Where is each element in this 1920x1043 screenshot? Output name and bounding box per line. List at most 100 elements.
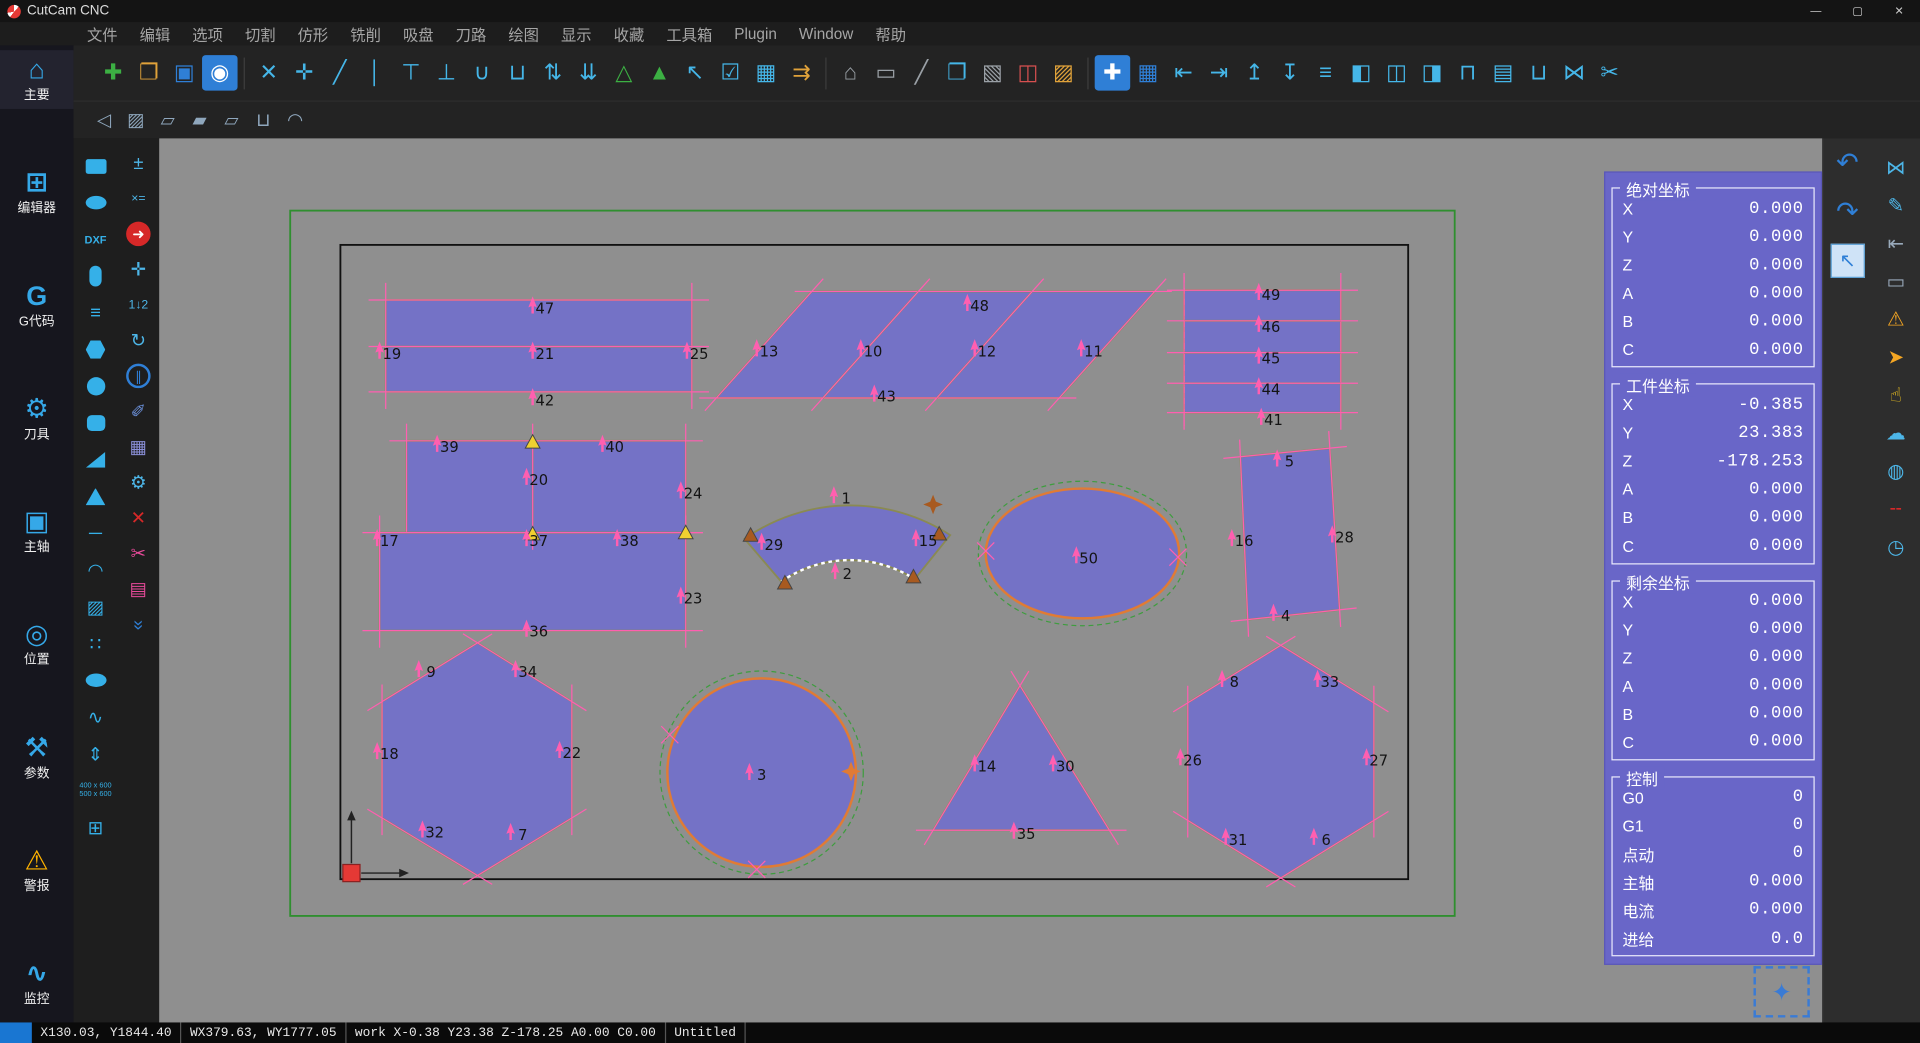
line-angle-icon[interactable]: ╱ (322, 55, 358, 91)
canvas-area[interactable]: 1234567891011121314151617181920212223242… (159, 138, 1822, 1022)
draw-rect[interactable] (73, 148, 117, 184)
plane-step-icon[interactable]: ▰ (184, 105, 216, 134)
draw-arc[interactable]: ◠ (73, 552, 117, 588)
cut-pink[interactable]: ✂ (118, 536, 160, 570)
draw-dim-ruler[interactable]: ⇕ (73, 736, 117, 772)
dock-left-button[interactable]: ⇤ (1879, 231, 1913, 254)
hatch-fill-icon[interactable]: ▨ (1046, 55, 1082, 91)
snap-bottom-icon[interactable]: ⊥ (429, 55, 465, 91)
nav-item-home[interactable]: ⌂主要 (0, 50, 73, 109)
nav-item-alarm[interactable]: ⚠警报 (0, 841, 73, 900)
collapse-chevrons[interactable]: » (118, 607, 160, 641)
align-center-icon[interactable]: ◫ (1379, 55, 1415, 91)
align-left-icon[interactable]: ◧ (1343, 55, 1379, 91)
distribute-bottom-icon[interactable]: ↧ (1272, 55, 1308, 91)
draw-circle[interactable] (73, 369, 117, 405)
nav-item-monitor[interactable]: ∿监控 (0, 954, 73, 1013)
distribute-right-icon[interactable]: ⇥ (1201, 55, 1237, 91)
order-1-2[interactable]: 1↓2 (118, 288, 160, 322)
nav-item-parameters[interactable]: ⚒参数 (0, 728, 73, 787)
close-button[interactable]: ✕ (1878, 0, 1920, 22)
rectangle-tool-icon[interactable]: ▭ (868, 55, 904, 91)
zoom-plus-minus[interactable]: ± (118, 146, 160, 180)
qr-grid-icon[interactable]: ▦ (748, 55, 784, 91)
sequence-arrows-icon[interactable]: ⇉ (784, 55, 820, 91)
open-file-icon[interactable]: ❐ (131, 55, 167, 91)
red-dash-button[interactable]: ╌ (1879, 497, 1913, 520)
array-grid-icon[interactable]: ▦ (1130, 55, 1166, 91)
cloud-button[interactable]: ☁ (1879, 421, 1913, 444)
nav-item-editor[interactable]: ⊞编辑器 (0, 163, 73, 222)
draw-capsule[interactable] (73, 258, 117, 294)
taper-left-icon[interactable]: ◁ (88, 105, 120, 134)
align-right-icon[interactable]: ◨ (1414, 55, 1450, 91)
distribute-left-icon[interactable]: ⇤ (1166, 55, 1202, 91)
sphere-button[interactable]: ◍ (1879, 459, 1913, 482)
plane-tilt-icon[interactable]: ▱ (216, 105, 248, 134)
nav-item-spindle[interactable]: ▣主轴 (0, 502, 73, 561)
screen-capture-icon[interactable]: ◉ (202, 55, 238, 91)
cut-scissors-icon[interactable]: ✂ (1592, 55, 1628, 91)
draw-grid-plus[interactable]: ⊞ (73, 809, 117, 845)
probe[interactable]: ✛ (118, 252, 160, 286)
layers-stack-icon[interactable]: ≡ (1308, 55, 1344, 91)
extrude-box-icon[interactable]: ⌂ (833, 55, 869, 91)
cad-canvas[interactable]: 1234567891011121314151617181920212223242… (159, 138, 1822, 1022)
nav-item-gcode[interactable]: GG代码 (0, 276, 73, 335)
merge-objects-icon[interactable]: ⋈ (1556, 55, 1592, 91)
break-apart-icon[interactable]: ✕ (251, 55, 287, 91)
arc-segment-icon[interactable]: ◠ (279, 105, 311, 134)
draw-line[interactable]: ─ (73, 516, 117, 552)
copy-object-icon[interactable]: ❐ (939, 55, 975, 91)
delete-all[interactable]: ✕ (118, 501, 160, 535)
pan-hand-icon[interactable]: ✛ (287, 55, 323, 91)
add-shape-icon[interactable]: ✚ (1095, 55, 1131, 91)
warning-button[interactable]: ⚠ (1879, 307, 1913, 330)
clock-button[interactable]: ◷ (1879, 535, 1913, 558)
settings-gear[interactable]: ⚙ (118, 465, 160, 499)
distribute-top-icon[interactable]: ↥ (1237, 55, 1273, 91)
triangle-shape[interactable] (933, 686, 1109, 830)
draw-hexagon[interactable] (73, 332, 117, 368)
split-object-icon[interactable]: ◫ (1010, 55, 1046, 91)
hexagon-right[interactable] (1188, 645, 1374, 878)
draw-multiline[interactable]: ≡ (73, 295, 117, 331)
menu-item-1[interactable]: 编辑 (129, 22, 182, 45)
snap-top-icon[interactable]: ⊤ (393, 55, 429, 91)
validate-check-icon[interactable]: ☑ (713, 55, 749, 91)
triangle-outline-icon[interactable]: △ (606, 55, 642, 91)
brush-clean[interactable]: ✐ (118, 394, 160, 428)
menu-item-4[interactable]: 仿形 (287, 22, 340, 45)
menu-item-8[interactable]: 绘图 (497, 22, 550, 45)
draw-ellipse-small[interactable] (73, 662, 117, 698)
save-file-icon[interactable]: ▣ (167, 55, 203, 91)
small-ruler-button[interactable]: ▭ (1879, 269, 1913, 292)
sheet-size[interactable]: 400 x 600500 x 600 (73, 773, 117, 809)
select-pointer-icon[interactable]: ↖ (677, 55, 713, 91)
start-run[interactable]: ➜ (118, 217, 160, 251)
menu-item-10[interactable]: 收藏 (603, 22, 656, 45)
menu-item-7[interactable]: 刀路 (445, 22, 498, 45)
new-file-icon[interactable]: ✚ (96, 55, 132, 91)
redo-button[interactable]: ↷ (1830, 195, 1864, 229)
draw-triangle[interactable] (73, 479, 117, 515)
draw-slope[interactable] (73, 442, 117, 478)
menu-item-14[interactable]: 帮助 (864, 22, 917, 45)
draw-rounded-rect[interactable] (73, 405, 117, 441)
hand-point-button[interactable]: ☝ (1879, 383, 1913, 406)
align-bottom-icon[interactable]: ⊔ (1521, 55, 1557, 91)
maximize-button[interactable]: ▢ (1837, 0, 1879, 22)
play-next-button[interactable]: ➤ (1879, 345, 1913, 368)
draw-ellipse[interactable] (73, 185, 117, 221)
draw-hatch-rect[interactable]: ▨ (73, 589, 117, 625)
triangle-solid-icon[interactable]: ▲ (642, 55, 678, 91)
list-form[interactable]: ▤ (118, 572, 160, 606)
menu-item-9[interactable]: 显示 (550, 22, 603, 45)
menu-item-5[interactable]: 铣削 (339, 22, 392, 45)
taper-hatch-icon[interactable]: ▨ (120, 105, 152, 134)
caliper-button[interactable]: ⋈ (1879, 156, 1913, 179)
menu-item-2[interactable]: 选项 (181, 22, 234, 45)
flip-vertical-icon[interactable]: ⇅ (535, 55, 571, 91)
undo-button[interactable]: ↶ (1830, 146, 1864, 180)
pause[interactable]: ∥ (118, 359, 160, 393)
